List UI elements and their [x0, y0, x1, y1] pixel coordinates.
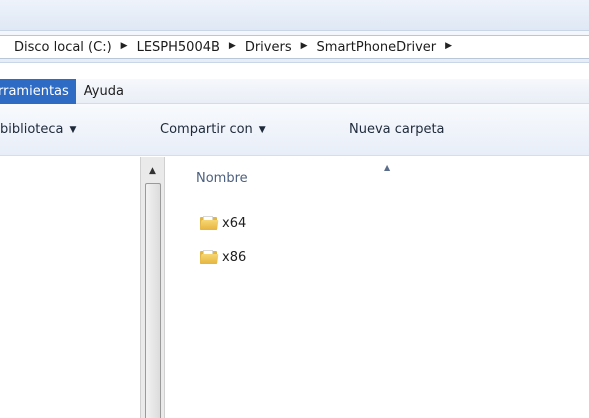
window-title-bar	[0, 0, 589, 30]
file-list[interactable]: ▲ Nombre x64 x86	[166, 157, 589, 418]
scroll-thumb[interactable]	[145, 183, 161, 418]
include-library-button[interactable]: biblioteca ▼	[0, 118, 76, 142]
breadcrumb-chevron-icon[interactable]: ▶	[301, 41, 308, 51]
new-folder-button[interactable]: Nueva carpeta	[349, 118, 445, 142]
breadcrumb-chevron-icon[interactable]: ▶	[121, 41, 128, 51]
scroll-up-arrow-icon[interactable]: ▲	[144, 163, 161, 179]
breadcrumb-disco-local[interactable]: Disco local (C:)	[14, 40, 112, 55]
breadcrumb-lesph5004b[interactable]: LESPH5004B	[137, 40, 220, 55]
include-library-label: biblioteca	[0, 122, 64, 137]
chevron-down-icon: ▼	[258, 125, 266, 135]
address-bar: Disco local (C:) ▶ LESPH5004B ▶ Drivers …	[0, 30, 589, 63]
breadcrumb-drivers[interactable]: Drivers	[245, 40, 292, 55]
menu-herramientas[interactable]: rramientas	[0, 78, 76, 104]
command-bar: biblioteca ▼ Compartir con ▼ Nueva carpeta	[0, 104, 589, 156]
breadcrumb-smartphonedriver[interactable]: SmartPhoneDriver	[317, 40, 437, 55]
folder-icon	[200, 250, 219, 264]
menu-bar: rramientas Ayuda	[0, 78, 589, 104]
list-item[interactable]: x86	[200, 247, 246, 267]
share-with-label: Compartir con	[160, 122, 253, 137]
file-name: x86	[222, 249, 247, 265]
chevron-down-icon: ▼	[69, 125, 77, 135]
list-item[interactable]: x64	[200, 213, 246, 233]
navigation-pane[interactable]	[0, 157, 140, 418]
breadcrumb-chevron-icon[interactable]: ▶	[229, 41, 236, 51]
column-header-name[interactable]: Nombre	[196, 171, 248, 186]
new-folder-label: Nueva carpeta	[349, 122, 445, 137]
folder-icon	[200, 216, 219, 230]
share-with-button[interactable]: Compartir con ▼	[160, 118, 266, 142]
breadcrumb[interactable]: Disco local (C:) ▶ LESPH5004B ▶ Drivers …	[0, 35, 589, 59]
sort-ascending-icon: ▲	[384, 163, 391, 172]
menu-ayuda[interactable]: Ayuda	[76, 79, 132, 104]
breadcrumb-chevron-icon[interactable]: ▶	[445, 41, 452, 51]
navigation-scrollbar[interactable]: ▲	[140, 157, 165, 418]
file-name: x64	[222, 215, 247, 231]
